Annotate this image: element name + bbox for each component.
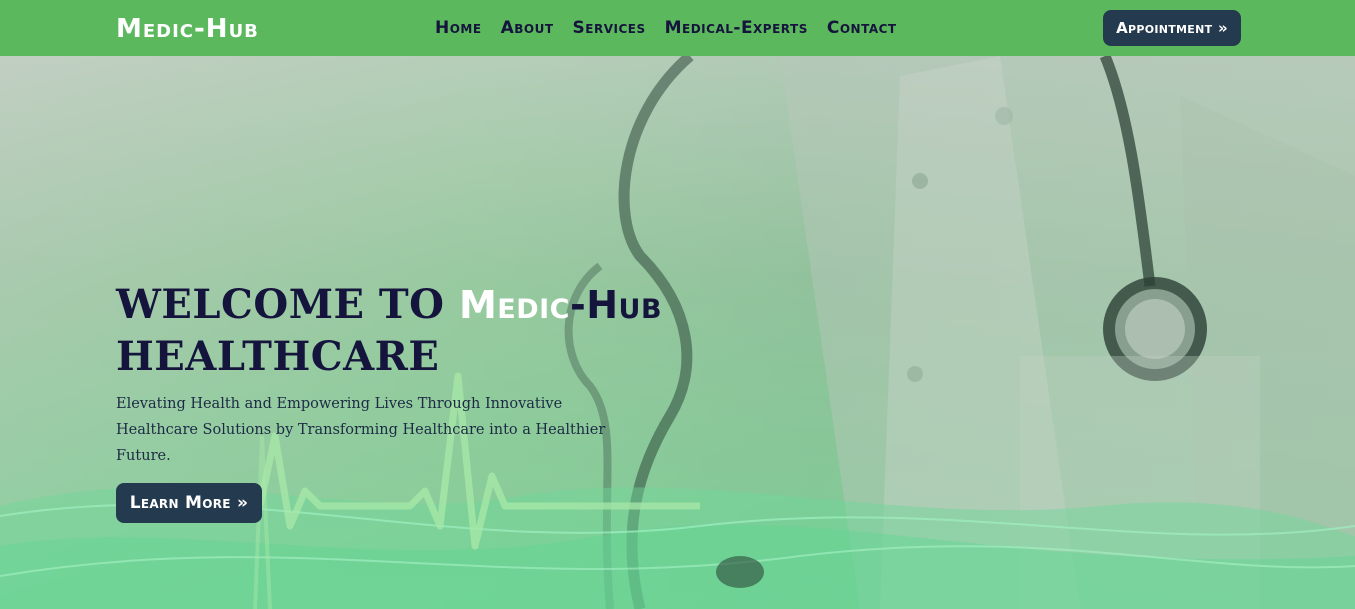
hero-section: WELCOME TO Medic-Hub HEALTHCARE Elevatin… — [0, 56, 1355, 609]
nav-link-contact[interactable]: Contact — [827, 16, 897, 40]
hero-subtitle: Elevating Health and Empowering Lives Th… — [116, 396, 606, 464]
hero-brand-dark: -Hub — [569, 283, 663, 327]
hero-brand-white: Medic — [458, 283, 570, 327]
hero-title: WELCOME TO Medic-Hub HEALTHCARE — [116, 279, 736, 383]
nav-link-medical-experts[interactable]: Medical-Experts — [665, 16, 808, 40]
learn-more-button[interactable]: Learn More » — [116, 483, 262, 523]
brand-logo[interactable]: Medic-Hub — [116, 12, 259, 46]
hero-title-suffix: HEALTHCARE — [116, 333, 440, 380]
main-nav: Home About Services Medical-Experts Cont… — [435, 16, 897, 40]
nav-link-home[interactable]: Home — [435, 16, 482, 40]
hero-title-prefix: WELCOME TO — [116, 281, 459, 328]
navbar: Medic-Hub Home About Services Medical-Ex… — [0, 0, 1355, 56]
appointment-button[interactable]: Appointment » — [1103, 10, 1241, 46]
hero-title-brand: Medic-Hub — [459, 283, 662, 327]
nav-link-about[interactable]: About — [501, 16, 554, 40]
nav-link-services[interactable]: Services — [573, 16, 646, 40]
